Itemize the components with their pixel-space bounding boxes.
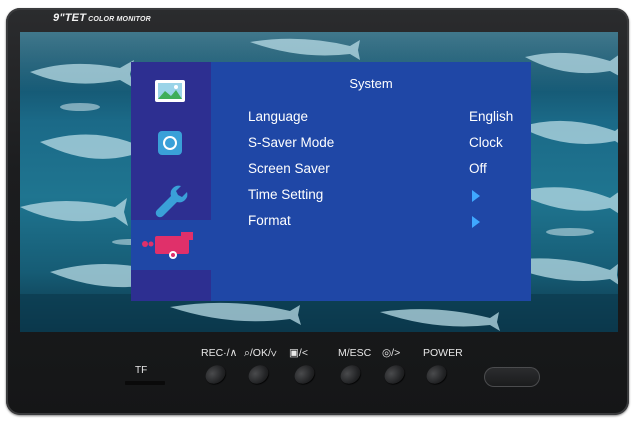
- monitor-screen: System Language English S-Saver Mode Clo…: [20, 32, 618, 332]
- brand-model: 9"TET: [53, 12, 87, 24]
- menu-item-language[interactable]: Language English: [211, 106, 531, 128]
- menu-item-time-setting[interactable]: Time Setting: [211, 184, 531, 206]
- menu-item-label: Time Setting: [248, 187, 324, 202]
- picture-icon: [155, 80, 185, 102]
- menu-item-screen-saver[interactable]: Screen Saver Off: [211, 158, 531, 180]
- category-picture[interactable]: [131, 70, 211, 120]
- submenu-arrow-icon: [472, 190, 480, 202]
- left-button-label: ▣/<: [289, 347, 308, 359]
- menu-item-label: S-Saver Mode: [248, 135, 335, 150]
- category-system[interactable]: [131, 220, 211, 270]
- menu-item-s-saver-mode[interactable]: S-Saver Mode Clock: [211, 132, 531, 154]
- color-circle-icon: [158, 131, 182, 155]
- tf-card-slot[interactable]: [125, 381, 165, 385]
- menu-item-label: Screen Saver: [248, 161, 330, 176]
- menu-item-label: Language: [248, 109, 309, 124]
- menu-item-value: English: [469, 109, 514, 124]
- camera-record-icon: [142, 232, 193, 259]
- category-color[interactable]: [131, 120, 211, 170]
- power-button-label: POWER: [423, 347, 463, 359]
- menu-item-value: Off: [469, 161, 487, 176]
- ok-down-button-label: ⌕/OK/∨: [244, 347, 277, 359]
- tf-card-label: TF: [135, 365, 148, 376]
- menu-item-value: Clock: [469, 135, 503, 150]
- menu-item-label: Format: [248, 213, 291, 228]
- power-indicator: [484, 367, 540, 387]
- category-settings[interactable]: [131, 170, 211, 220]
- menu-title: System: [349, 76, 393, 91]
- brand-subtitle: COLOR MONITOR: [88, 16, 151, 23]
- right-button-label: ◎/>: [382, 347, 401, 359]
- brand-label: 9"TET COLOR MONITOR: [53, 12, 151, 24]
- menu-category-sidebar: [131, 62, 211, 301]
- menu-item-format[interactable]: Format: [211, 210, 531, 232]
- submenu-arrow-icon: [472, 216, 480, 228]
- wrench-icon: [155, 185, 188, 218]
- menu-esc-button-label: M/ESC: [338, 347, 372, 359]
- menu-panel: System Language English S-Saver Mode Clo…: [211, 62, 531, 301]
- rec-up-button-label: REC·/∧: [201, 347, 238, 359]
